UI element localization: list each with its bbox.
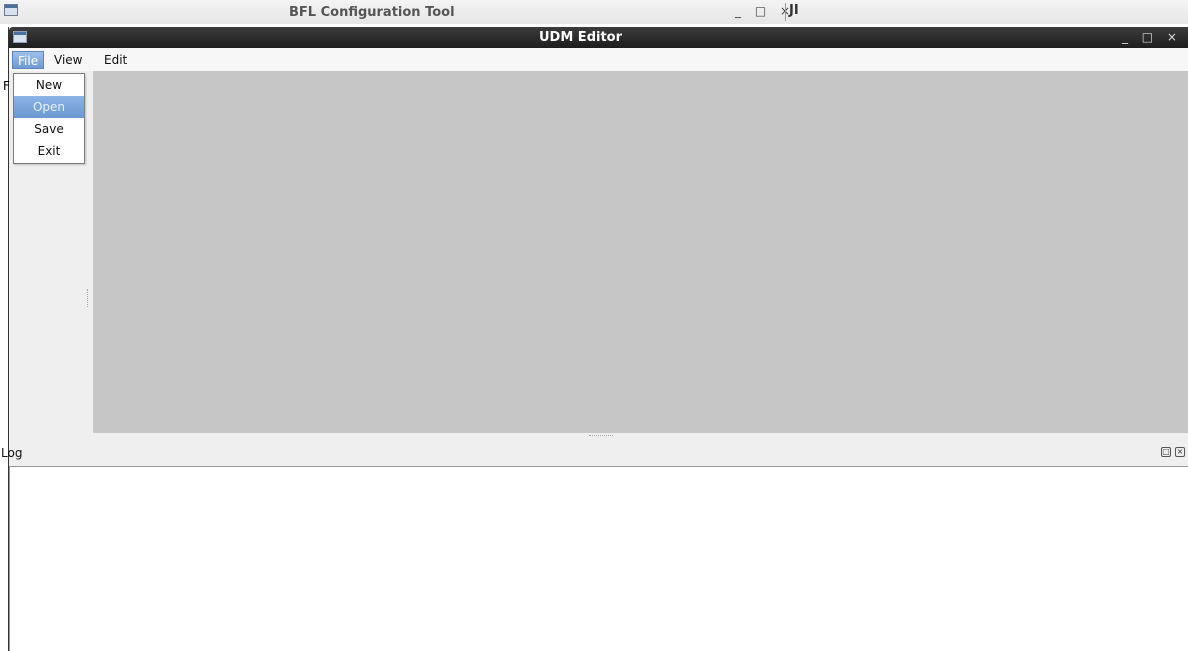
left-panel-label-fragment: F [3, 79, 10, 93]
file-menu-dropdown: New Open Save Exit [13, 73, 85, 164]
menu-view[interactable]: View [49, 51, 87, 69]
window-icon [4, 4, 18, 16]
log-header: Log ▢ × [1, 441, 1188, 465]
log-title: Log [1, 446, 23, 460]
file-menu-new[interactable]: New [14, 74, 84, 96]
menu-edit[interactable]: Edit [99, 51, 132, 69]
float-icon[interactable]: ▢ [1161, 447, 1171, 457]
window-controls[interactable]: _ □ × [1122, 30, 1182, 44]
file-menu-exit[interactable]: Exit [14, 140, 84, 162]
horizontal-splitter[interactable] [589, 435, 613, 437]
udm-editor-window: UDM Editor _ □ × File View Edit F Log ▢ … [1, 27, 1188, 651]
file-menu-open[interactable]: Open [14, 96, 84, 118]
background-window-title: BFL Configuration Tool [289, 5, 455, 20]
log-output[interactable] [9, 466, 1188, 651]
background-partial-text: JI [785, 3, 799, 21]
menu-bar: File View Edit [9, 48, 1188, 71]
editor-canvas[interactable] [93, 71, 1188, 433]
close-icon[interactable]: × [1175, 447, 1185, 457]
editor-titlebar[interactable]: UDM Editor _ □ × [9, 27, 1188, 48]
vertical-splitter[interactable] [87, 289, 89, 307]
window-icon [13, 31, 27, 43]
menu-file[interactable]: File [12, 51, 45, 69]
editor-title: UDM Editor [539, 30, 623, 45]
file-menu-save[interactable]: Save [14, 118, 84, 140]
background-titlebar: BFL Configuration Tool _ □ × JI [0, 0, 1188, 24]
